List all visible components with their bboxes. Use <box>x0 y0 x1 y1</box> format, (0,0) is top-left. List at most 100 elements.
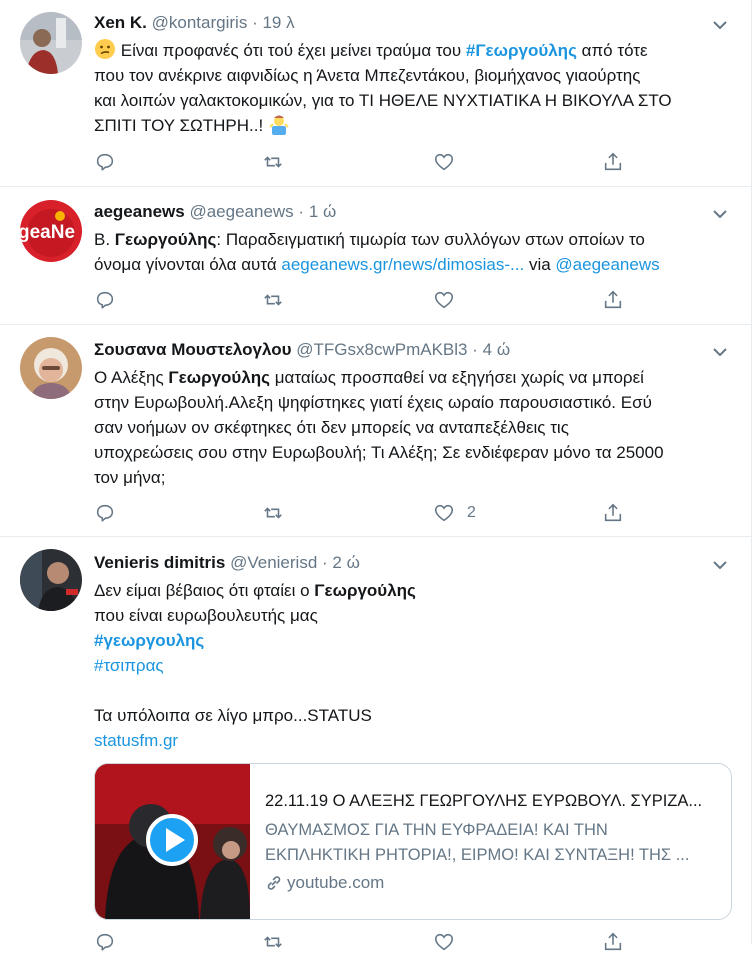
timestamp[interactable]: 19 λ <box>262 13 294 32</box>
share-button[interactable] <box>602 501 624 525</box>
tweet-header: aegeanews @aegeanews · 1 ώ <box>94 201 691 223</box>
retweet-button[interactable] <box>262 288 284 312</box>
separator: · <box>252 13 258 32</box>
reply-button[interactable] <box>94 930 116 954</box>
avatar[interactable]: geaNe <box>20 200 82 262</box>
url-link[interactable]: statusfm.gr <box>94 728 734 753</box>
username[interactable]: @aegeanews <box>189 202 293 221</box>
tweet[interactable]: geaNe aegeanews @aegeanews · 1 ώ Β. Γεωρ… <box>0 187 751 325</box>
url-link[interactable]: aegeanews.gr/news/dimosias-... <box>281 255 524 274</box>
heart-icon <box>434 504 454 522</box>
chevron-down-icon[interactable] <box>711 556 729 574</box>
chevron-down-icon[interactable] <box>711 343 729 361</box>
reply-button[interactable] <box>94 150 116 174</box>
heart-icon <box>434 933 454 951</box>
timestamp[interactable]: 1 ώ <box>309 202 336 221</box>
retweet-icon <box>264 294 282 306</box>
tweet-text-line: που τον ανέκρινε αιφνιδίως η Άνετα Μπεζε… <box>94 66 641 85</box>
like-button[interactable]: 2 <box>433 501 476 525</box>
hashtag-link[interactable]: #τσιπρας <box>94 653 734 678</box>
card-description-line: ΘΑΥΜΑΣΜΟΣ ΓΙΑ ΤΗΝ ΕΥΦΡΑΔΕΙΑ! ΚΑΙ ΤΗΝ <box>265 821 608 839</box>
text-segment: ΣΠΙΤΙ ΤΟΥ ΣΩΤΗΡΗ..! <box>94 116 264 135</box>
hashtag-link[interactable]: #γεωργουλης <box>94 628 734 653</box>
tweet-actions <box>94 288 654 312</box>
tweet-text-line: Δεν είμαι βέβαιος ότι φταίει ο Γεωργούλη… <box>94 578 734 603</box>
separator: · <box>322 553 328 572</box>
display-name[interactable]: Χen Κ. <box>94 13 147 32</box>
avatar[interactable] <box>20 337 82 399</box>
card-description-line: ΕΚΠΛΗΚΤΙΚΗ ΡΗΤΟΡΙΑ!, ΕΙΡΜΟ! ΚΑΙ ΣΥΝΤΑΞΗ!… <box>265 846 690 864</box>
text-segment: όνομα γίνονται όλα αυτά <box>94 255 282 274</box>
card-domain-text: youtube.com <box>287 873 385 892</box>
tweet[interactable]: Χen Κ. @kontargiris · 19 λ Είναι προφανέ… <box>0 0 751 187</box>
tweet-text: Β. Γεωργούλης: Παραδειγματική τιμωρία τω… <box>94 227 734 277</box>
separator: · <box>298 202 305 221</box>
mention-link[interactable]: @aegeanews <box>555 255 659 274</box>
reply-button[interactable] <box>94 501 116 525</box>
reply-icon <box>96 153 114 171</box>
share-button[interactable] <box>602 930 624 954</box>
retweet-button[interactable] <box>262 501 284 525</box>
tweet-header: Venieris dimitris @Venierisd · 2 ώ <box>94 552 691 574</box>
avatar[interactable] <box>20 549 82 611</box>
tweet-text-line: σαν νοήμων ον σκέφτηκες ότι δεν μπορείς … <box>94 418 569 437</box>
highlighted-keyword: Γεωργούλης <box>168 368 270 387</box>
tweet-text-line: τον μήνα; <box>94 468 166 487</box>
retweet-button[interactable] <box>262 930 284 954</box>
tweet-text-line: Είναι προφανές ότι τού έχει μείνει τραύμ… <box>94 38 734 63</box>
tweet-text-line: Β. Γεωργούλης: Παραδειγματική τιμωρία τω… <box>94 227 734 252</box>
tweet-text-line: Ο Αλέξης Γεωργούλης ματαίως προσπαθεί να… <box>94 365 734 390</box>
like-button[interactable] <box>433 288 455 312</box>
tweet-text-line: που είναι ευρωβουλευτής μας <box>94 606 318 625</box>
tweet-text-line: Τα υπόλοιπα σε λίγο μπρο...STATUS <box>94 706 372 725</box>
link-card[interactable]: 22.11.19 Ο ΑΛΕΞΗΣ ΓΕΩΡΓΟΥΛΗΣ ΕΥΡΩΒΟΥΛ. Σ… <box>94 763 732 920</box>
tweet-text: Ο Αλέξης Γεωργούλης ματαίως προσπαθεί να… <box>94 365 734 490</box>
tweet-actions <box>94 150 654 174</box>
tweet[interactable]: Venieris dimitris @Venierisd · 2 ώ Δεν ε… <box>0 537 751 957</box>
tweet-header: Χen Κ. @kontargiris · 19 λ <box>94 12 691 34</box>
heart-icon <box>434 153 454 171</box>
separator: · <box>472 340 478 359</box>
display-name[interactable]: Venieris dimitris <box>94 553 225 572</box>
share-icon <box>604 932 622 951</box>
chevron-down-icon[interactable] <box>711 16 729 34</box>
like-button[interactable] <box>433 930 455 954</box>
share-button[interactable] <box>602 150 624 174</box>
display-name[interactable]: aegeanews <box>94 202 185 221</box>
username[interactable]: @TFGsx8cwPmAKBl3 <box>296 340 467 359</box>
heart-icon <box>434 291 454 309</box>
text-segment: : Παραδειγματική τιμωρία των συλλόγων στ… <box>216 230 645 249</box>
card-content: 22.11.19 Ο ΑΛΕΞΗΣ ΓΕΩΡΓΟΥΛΗΣ ΕΥΡΩΒΟΥΛ. Σ… <box>265 790 720 894</box>
tweet-text-line: και λοιπών γαλακτοκομικών, για το ΤΙ ΗΘΕ… <box>94 91 672 110</box>
text-segment: Είναι προφανές ότι τού έχει μείνει τραύμ… <box>120 41 466 60</box>
username[interactable]: @kontargiris <box>152 13 248 32</box>
svg-text:geaNe: geaNe <box>20 222 75 243</box>
avatar[interactable] <box>20 12 82 74</box>
display-name[interactable]: Σουσανα Μουστελογλου <box>94 340 292 359</box>
tweet-text-line: στην Ευρωβουλή.Αλεξη ψηφίστηκες γιατί έχ… <box>94 393 652 412</box>
share-button[interactable] <box>602 288 624 312</box>
hashtag-link[interactable]: #Γεωργούλης <box>466 41 577 60</box>
highlighted-keyword: Γεωργούλης <box>314 581 416 600</box>
timeline: Χen Κ. @kontargiris · 19 λ Είναι προφανέ… <box>0 0 752 951</box>
share-icon <box>604 503 622 522</box>
card-domain: youtube.com <box>265 872 720 894</box>
video-thumbnail[interactable] <box>95 764 250 919</box>
timestamp[interactable]: 4 ώ <box>483 340 510 359</box>
tweet-text-line: υποχρεώσεις σου στην Ευρωβουλή; Τι Αλέξη… <box>94 443 664 462</box>
man-shrugging-icon <box>269 115 289 135</box>
reply-icon <box>96 291 114 309</box>
retweet-icon <box>264 507 282 519</box>
link-icon <box>267 876 281 890</box>
reply-button[interactable] <box>94 288 116 312</box>
retweet-button[interactable] <box>262 150 284 174</box>
tweet[interactable]: Σουσανα Μουστελογλου @TFGsx8cwPmAKBl3 · … <box>0 325 751 537</box>
chevron-down-icon[interactable] <box>711 205 729 223</box>
like-button[interactable] <box>433 150 455 174</box>
retweet-icon <box>264 936 282 948</box>
share-icon <box>604 152 622 171</box>
username[interactable]: @Venierisd <box>230 553 317 572</box>
tweet-text: Είναι προφανές ότι τού έχει μείνει τραύμ… <box>94 38 734 138</box>
timestamp[interactable]: 2 ώ <box>332 553 359 572</box>
